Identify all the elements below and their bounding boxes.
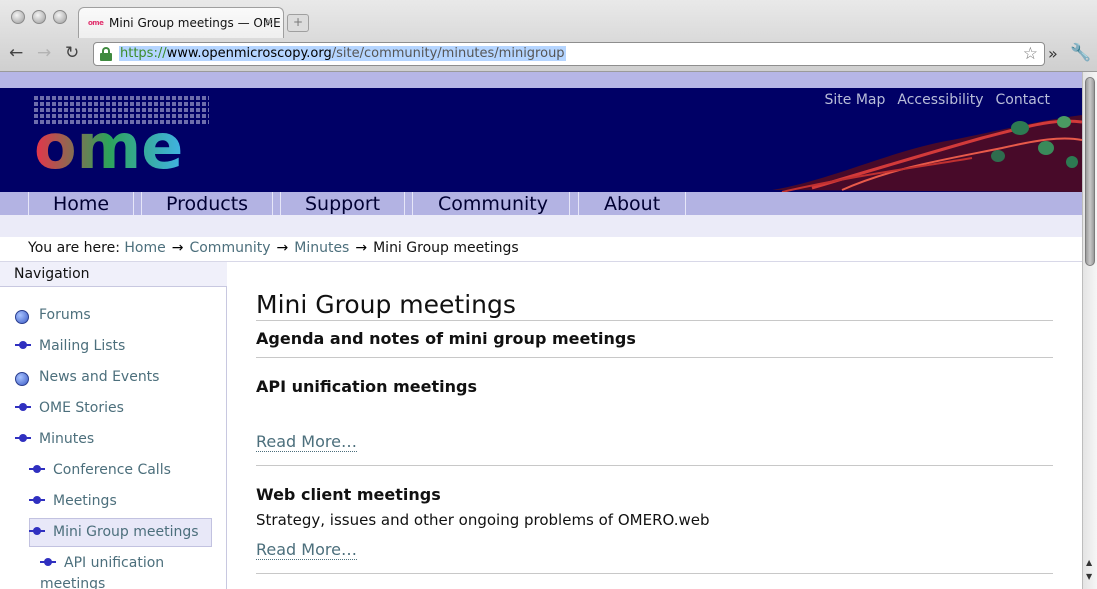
sidebar-item-label: OME Stories <box>39 400 124 416</box>
bullet-icon <box>29 527 45 535</box>
sidebar-item-label: News and Events <box>39 369 160 385</box>
menu-item-community[interactable]: Community <box>438 192 548 215</box>
lock-icon <box>100 47 112 61</box>
browser-tab[interactable]: ome Mini Group meetings — OME ✕ <box>78 7 284 38</box>
back-button[interactable]: ← <box>9 43 23 63</box>
scroll-down-arrow-icon[interactable]: ▼ <box>1086 572 1092 581</box>
address-bar[interactable]: https://www.openmicroscopy.org/site/comm… <box>93 42 1045 66</box>
navigation-sidebar: Navigation Forums Mailing Lists News and… <box>0 262 227 589</box>
contact-link[interactable]: Contact <box>996 92 1050 108</box>
item-title[interactable]: API unification meetings <box>256 377 477 396</box>
sidebar-item-label: Mailing Lists <box>39 338 126 354</box>
sidebar-item-label: Meetings <box>53 493 117 509</box>
bullet-icon <box>29 465 45 473</box>
sidebar-item-label: Mini Group meetings <box>53 524 199 540</box>
read-more-link[interactable]: Read More… <box>256 541 357 560</box>
breadcrumb-home[interactable]: Home <box>124 240 165 256</box>
item-title[interactable]: Web client meetings <box>256 485 441 504</box>
bookmark-star-icon[interactable]: ☆ <box>1023 44 1038 64</box>
read-more-link[interactable]: Read More… <box>256 433 357 452</box>
reload-button[interactable]: ↻ <box>65 43 79 63</box>
globe-icon <box>15 372 29 386</box>
menu-separator <box>404 192 405 215</box>
vertical-scrollbar[interactable]: ▲ ▼ <box>1082 72 1097 589</box>
main-menu: Home Products Support Community About <box>0 192 1082 215</box>
menu-item-home[interactable]: Home <box>53 192 109 215</box>
page-subtitle: Agenda and notes of mini group meetings <box>256 329 636 348</box>
menu-separator <box>685 192 686 215</box>
subtitle-divider <box>256 357 1053 358</box>
ome-logo[interactable]: ome <box>34 96 209 174</box>
breadcrumb-arrow-icon: → <box>355 240 368 256</box>
microscopy-cells-image <box>772 115 1082 192</box>
sidebar-heading: Navigation <box>0 262 227 287</box>
menu-separator <box>133 192 134 215</box>
scroll-up-arrow-icon[interactable]: ▲ <box>1086 558 1092 567</box>
bullet-icon <box>40 558 56 566</box>
top-strip <box>0 72 1082 88</box>
breadcrumb-community[interactable]: Community <box>189 240 270 256</box>
menu-separator <box>28 192 29 215</box>
wrench-menu-icon[interactable]: 🔧 <box>1070 43 1091 63</box>
breadcrumb-minutes[interactable]: Minutes <box>294 240 349 256</box>
sidebar-item-label: API unification <box>64 555 165 571</box>
zoom-window-button[interactable] <box>53 10 67 24</box>
page-title: Mini Group meetings <box>256 290 516 319</box>
globe-icon <box>15 310 29 324</box>
svg-text:ome: ome <box>34 110 183 174</box>
menu-separator <box>280 192 281 215</box>
top-links: Site Map Accessibility Contact <box>813 92 1051 108</box>
url-domain: www.openmicroscopy.org <box>166 46 332 61</box>
url-scheme: https:// <box>120 46 167 61</box>
menu-separator <box>412 192 413 215</box>
tab-title: Mini Group meetings — OME <box>109 16 281 30</box>
menu-item-about[interactable]: About <box>604 192 660 215</box>
menu-separator <box>578 192 579 215</box>
menu-separator <box>141 192 142 215</box>
sidebar-item-label: Minutes <box>39 431 95 447</box>
item-description: Strategy, issues and other ongoing probl… <box>256 511 710 529</box>
item-divider <box>256 465 1053 466</box>
menu-item-products[interactable]: Products <box>166 192 248 215</box>
new-tab-button[interactable]: + <box>287 14 309 32</box>
breadcrumb-current: Mini Group meetings <box>373 240 519 256</box>
forward-button[interactable]: → <box>37 43 51 63</box>
breadcrumb-arrow-icon: → <box>171 240 184 256</box>
breadcrumb-arrow-icon: → <box>276 240 289 256</box>
breadcrumb-prefix: You are here: <box>28 240 120 256</box>
sub-menu-bar <box>0 215 1082 237</box>
site-map-link[interactable]: Site Map <box>825 92 886 108</box>
breadcrumb: You are here: Home → Community → Minutes → Min… <box>28 240 519 256</box>
item-divider <box>256 573 1053 574</box>
menu-separator <box>272 192 273 215</box>
url-path: /site/community/minutes/minigroup <box>331 46 565 61</box>
sidebar-item-label: Conference Calls <box>53 462 171 478</box>
ome-favicon-icon: ome <box>88 19 104 27</box>
menu-separator <box>569 192 570 215</box>
url-text[interactable]: https://www.openmicroscopy.org/site/comm… <box>119 46 566 61</box>
sidebar-item-api-unification[interactable]: API unification meetings <box>40 555 220 589</box>
menu-item-support[interactable]: Support <box>305 192 380 215</box>
minimize-window-button[interactable] <box>32 10 46 24</box>
accessibility-link[interactable]: Accessibility <box>897 92 983 108</box>
site-banner: ome Site Map Accessibility Contact <box>0 88 1082 192</box>
bullet-icon <box>29 496 45 504</box>
bullet-icon <box>15 341 31 349</box>
scrollbar-thumb[interactable] <box>1085 77 1095 266</box>
sidebar-item-label: Forums <box>39 307 91 323</box>
bullet-icon <box>15 434 31 442</box>
browser-chrome: ome Mini Group meetings — OME ✕ + ← → ↻ … <box>0 0 1097 72</box>
title-divider <box>256 320 1053 321</box>
bullet-icon <box>15 403 31 411</box>
web-page: ome Site Map Accessibility Contact Home Pr… <box>0 72 1082 589</box>
overflow-chevron-icon[interactable]: » <box>1048 44 1058 63</box>
close-tab-icon[interactable]: ✕ <box>264 15 274 29</box>
close-window-button[interactable] <box>11 10 25 24</box>
sidebar-item-label-continued: meetings <box>40 576 106 589</box>
